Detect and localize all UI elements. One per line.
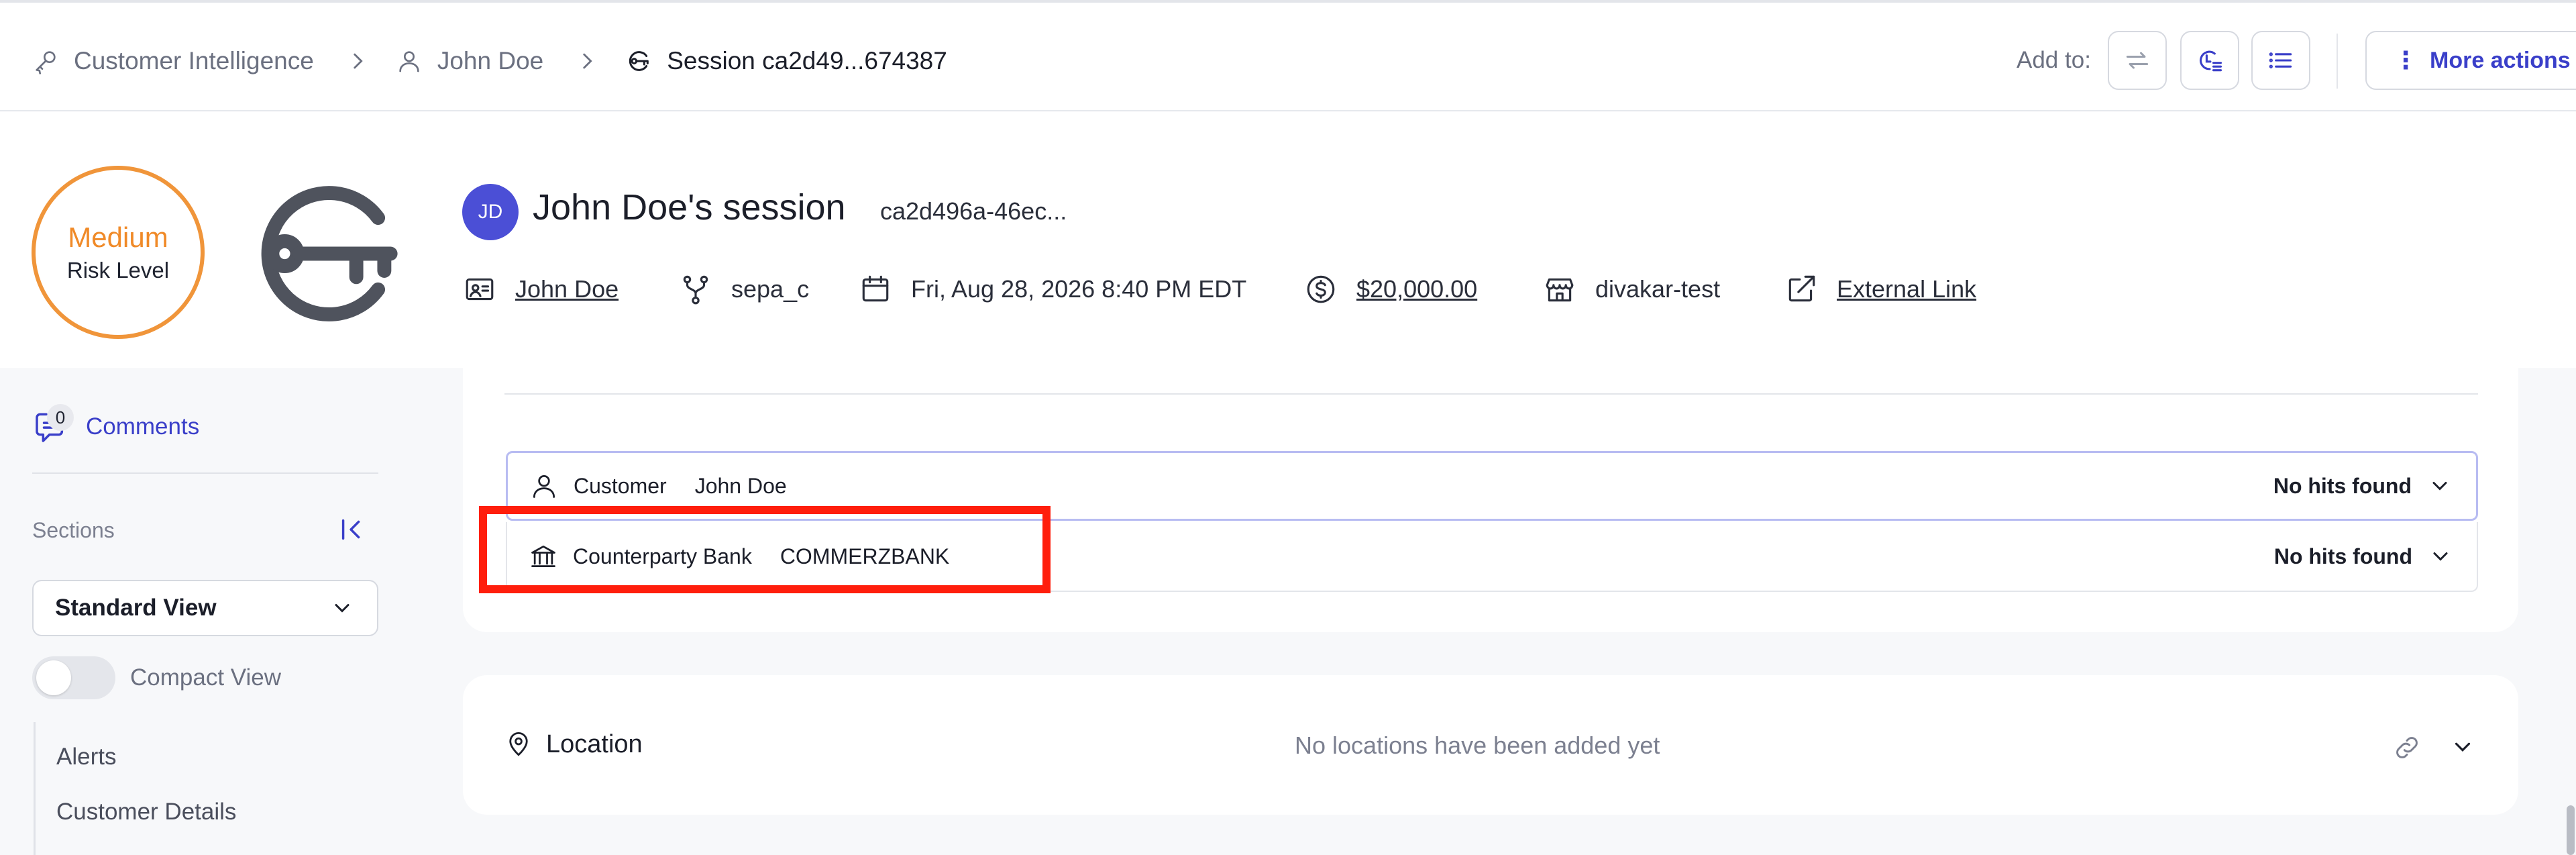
toolbar-divider xyxy=(2337,34,2338,89)
meta-merchant-value: divakar-test xyxy=(1595,275,1721,303)
comments-label: Comments xyxy=(86,413,200,440)
user-icon xyxy=(533,474,555,498)
meta-datetime: Fri, Aug 28, 2026 8:40 PM EDT xyxy=(859,272,1246,306)
list-icon xyxy=(2269,52,2292,68)
sidebar-divider xyxy=(32,472,378,474)
external-link[interactable]: External Link xyxy=(1837,275,1976,303)
section-nav-rail xyxy=(34,722,36,855)
chevron-down-icon xyxy=(335,604,350,613)
screening-status: No hits found xyxy=(2273,473,2412,498)
toggle-knob xyxy=(36,660,71,695)
add-to-list-button[interactable] xyxy=(2251,31,2310,90)
meta-external-link[interactable]: External Link xyxy=(1784,272,1976,306)
key-icon xyxy=(32,48,59,74)
breadcrumb-label: Session ca2d49...674387 xyxy=(667,47,947,74)
location-empty-text: No locations have been added yet xyxy=(1295,732,1660,759)
external-link-icon xyxy=(1788,275,1815,302)
branch-icon xyxy=(683,275,708,305)
vertical-dots-icon: ⋮ xyxy=(2394,46,2418,74)
session-key-icon xyxy=(625,48,652,74)
more-actions-button[interactable]: ⋮ More actions xyxy=(2365,31,2576,90)
sidebar-item-alerts[interactable]: Alerts xyxy=(56,744,116,770)
breadcrumb-session: Session ca2d49...674387 xyxy=(625,47,947,75)
breadcrumb: Customer Intelligence John Doe Session c… xyxy=(32,42,947,81)
collapse-sidebar-icon[interactable] xyxy=(337,514,368,545)
highlight-box xyxy=(479,506,1051,593)
risk-level-value: Medium xyxy=(68,221,168,253)
meta-customer-link[interactable]: John Doe xyxy=(515,275,619,303)
meta-rail-value: sepa_c xyxy=(731,275,810,303)
comments-icon: 0 xyxy=(32,404,74,446)
id-card-icon xyxy=(466,278,494,301)
page-title: John Doe's session xyxy=(533,187,846,228)
card-divider xyxy=(504,393,2478,395)
meta-amount-link[interactable]: $20,000.00 xyxy=(1356,275,1477,303)
location-title: Location xyxy=(546,730,643,758)
risk-level-badge: Medium Risk Level xyxy=(32,166,205,339)
sections-label: Sections xyxy=(32,518,115,542)
comments-count-badge: 0 xyxy=(47,404,74,431)
meta-customer[interactable]: John Doe xyxy=(463,272,619,306)
link-icon[interactable] xyxy=(2392,733,2422,762)
meta-amount[interactable]: $20,000.00 xyxy=(1304,272,1477,306)
meta-datetime-value: Fri, Aug 28, 2026 8:40 PM EDT xyxy=(911,275,1247,303)
view-select[interactable]: Standard View xyxy=(32,580,378,636)
breadcrumb-customer[interactable]: John Doe xyxy=(396,47,543,75)
store-icon xyxy=(1546,278,1574,302)
view-select-value: Standard View xyxy=(55,595,217,621)
compact-view-label: Compact View xyxy=(130,664,282,691)
location-pin-icon xyxy=(509,732,528,756)
calendar-icon xyxy=(862,275,889,302)
compact-view-toggle[interactable] xyxy=(32,656,115,699)
sidebar-item-customer-details[interactable]: Customer Details xyxy=(56,799,236,825)
case-report-icon xyxy=(2200,50,2222,72)
breadcrumb-customer-intelligence[interactable]: Customer Intelligence xyxy=(32,47,314,75)
chevron-right-icon xyxy=(583,53,592,69)
screening-value: John Doe xyxy=(694,473,787,498)
compact-view-row: Compact View xyxy=(32,656,281,699)
meta-rail: sepa_c xyxy=(679,272,809,306)
chevron-down-icon[interactable] xyxy=(2428,544,2453,568)
risk-level-label: Risk Level xyxy=(66,258,170,283)
session-header: Medium Risk Level JD John Doe's session … xyxy=(0,111,2576,368)
meta-merchant: divakar-test xyxy=(1543,272,1720,306)
breadcrumb-label: Customer Intelligence xyxy=(74,47,314,74)
screening-status: No hits found xyxy=(2273,544,2412,568)
comments-button[interactable]: 0 Comments xyxy=(32,404,200,446)
session-key-icon xyxy=(261,186,398,321)
user-icon xyxy=(396,48,423,74)
screening-type: Customer xyxy=(574,473,667,498)
avatar: JD xyxy=(462,184,519,240)
breadcrumb-label: John Doe xyxy=(437,47,544,74)
add-to-label: Add to: xyxy=(2017,47,2091,73)
top-bar: Customer Intelligence John Doe Session c… xyxy=(0,0,2576,111)
add-to-workflow-button[interactable] xyxy=(2108,31,2167,90)
dollar-icon xyxy=(1307,275,1335,303)
add-to-case-button[interactable] xyxy=(2180,31,2239,90)
chevron-down-icon[interactable] xyxy=(2428,474,2452,498)
scrollbar-thumb[interactable] xyxy=(2567,805,2575,855)
workflow-icon xyxy=(2126,52,2149,69)
chevron-right-icon xyxy=(354,53,363,69)
session-id[interactable]: ca2d496a-46ec... xyxy=(880,197,1067,225)
more-actions-label: More actions xyxy=(2430,47,2571,73)
chevron-down-icon[interactable] xyxy=(2450,734,2475,760)
